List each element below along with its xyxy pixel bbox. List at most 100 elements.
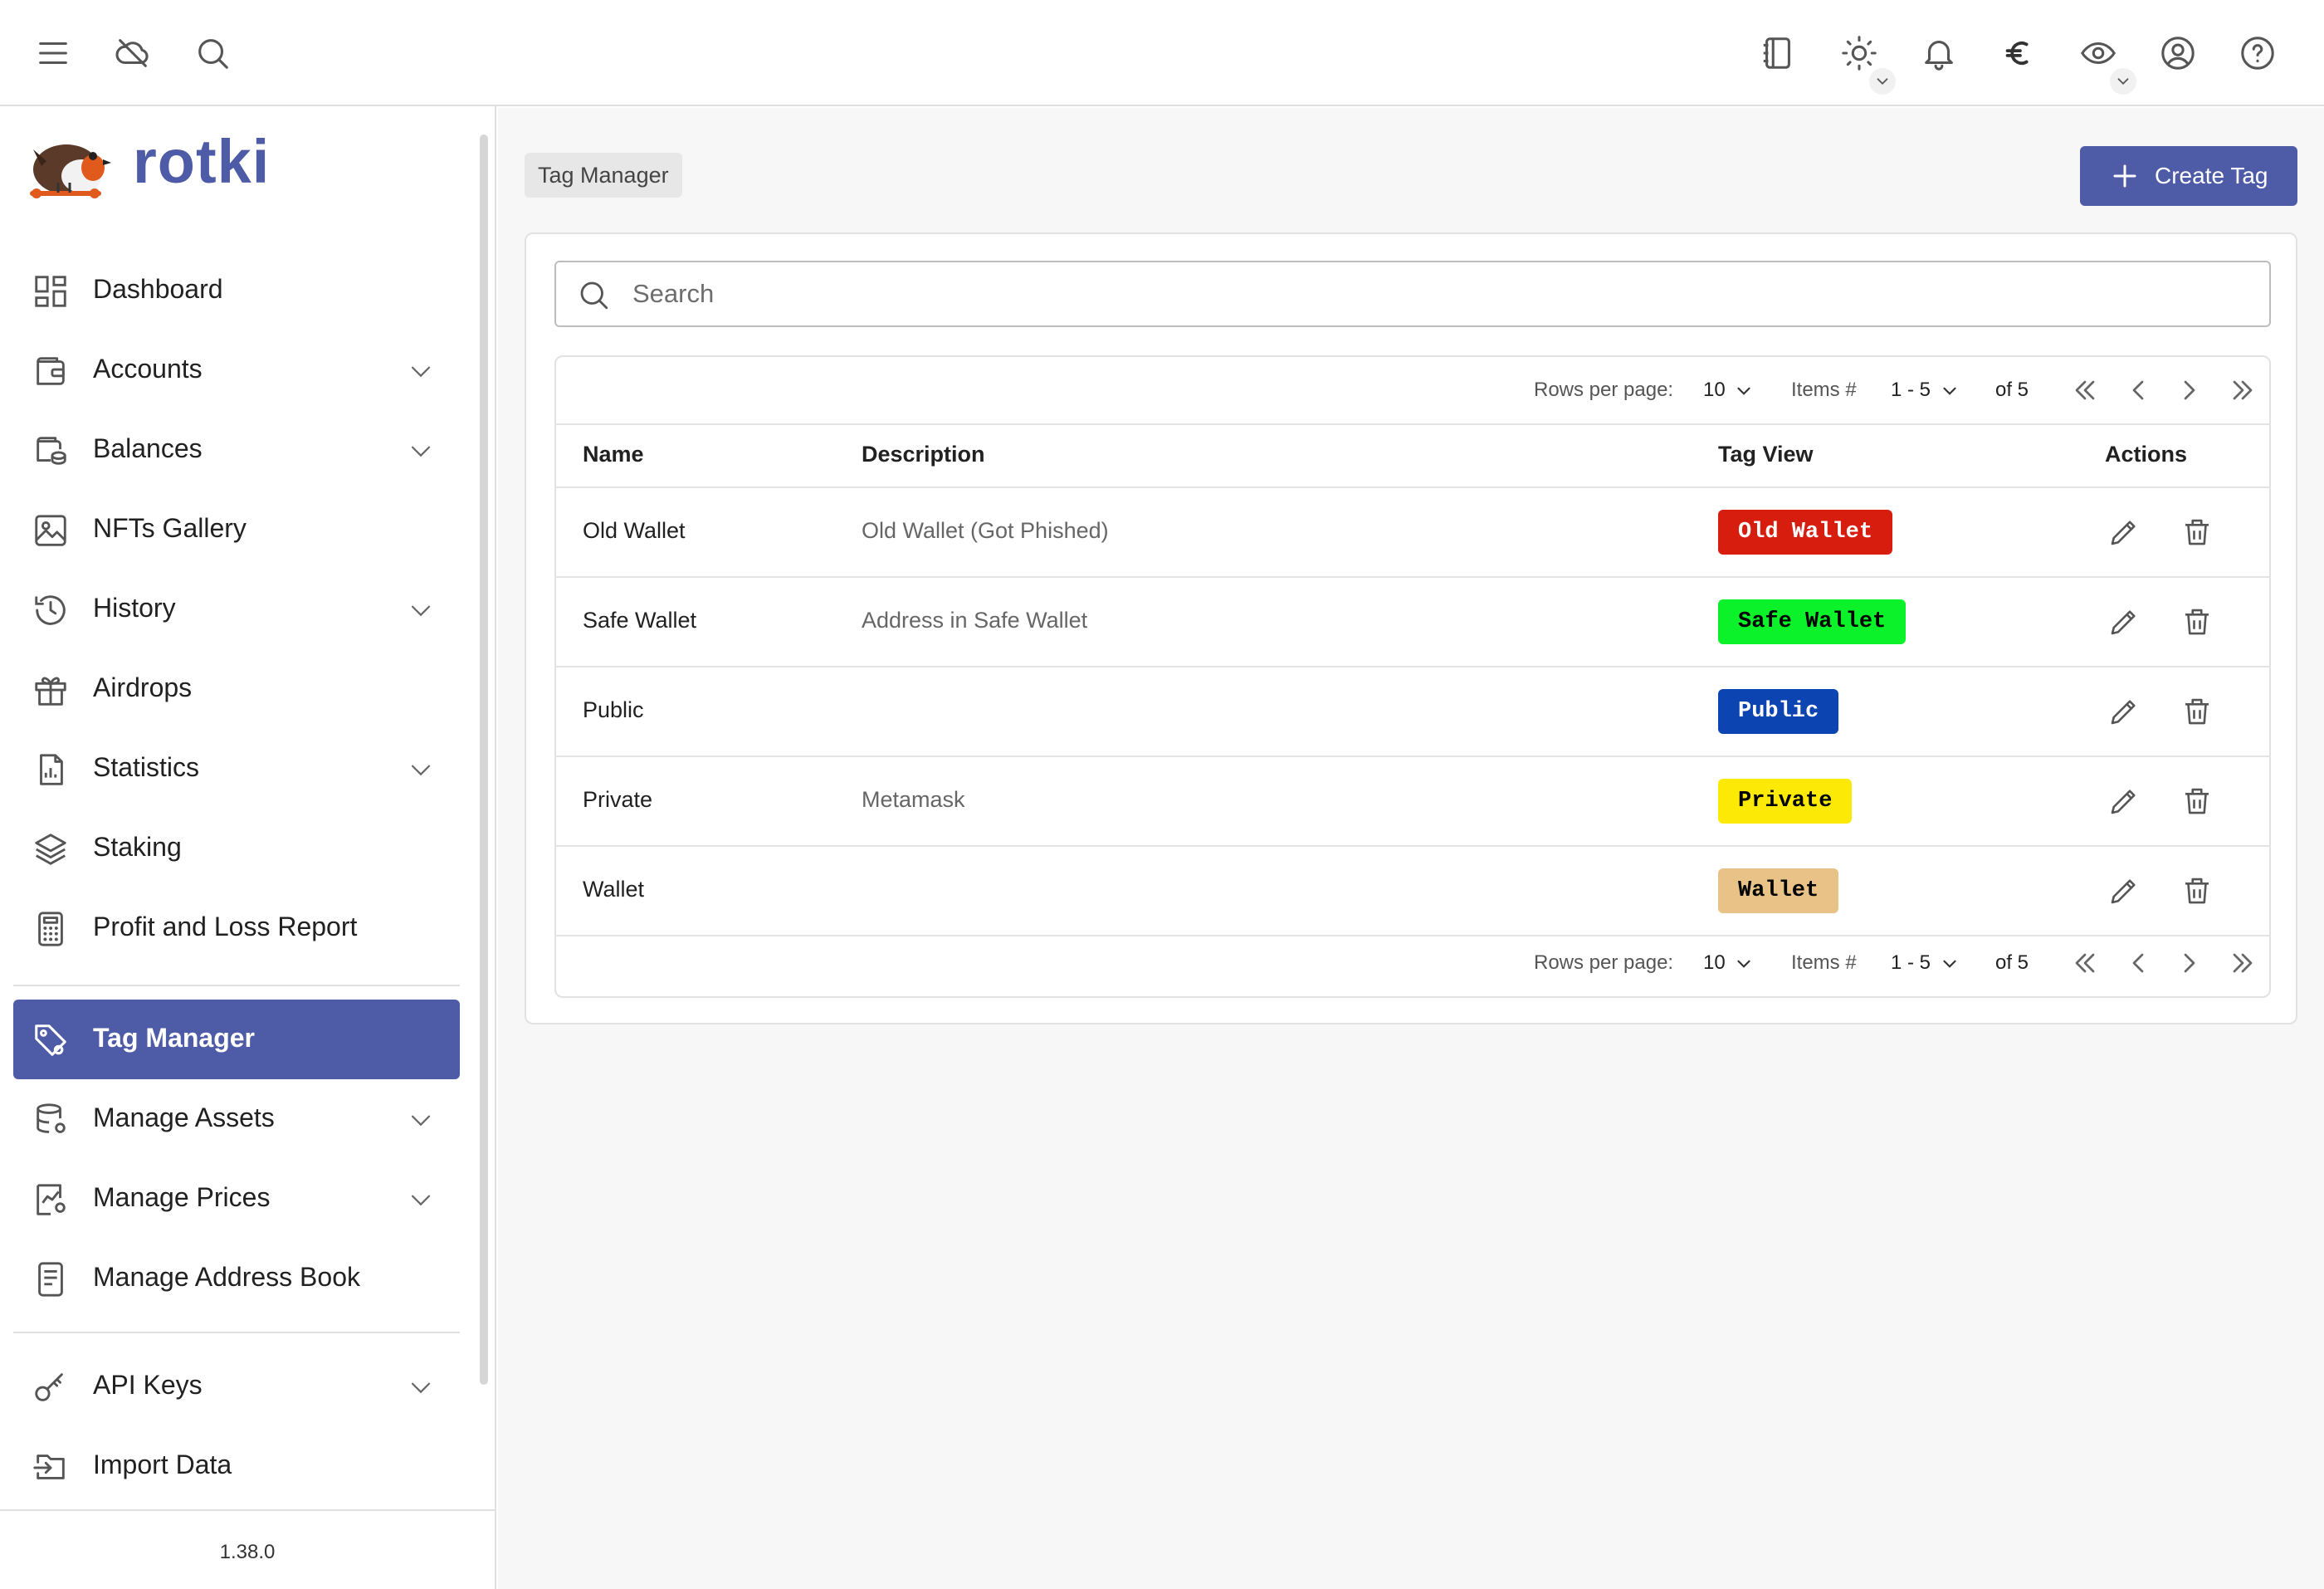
folder-import-icon [32, 1448, 70, 1486]
first-page-icon[interactable] [2068, 946, 2102, 980]
chevron-down-icon[interactable] [1733, 953, 1755, 975]
image-icon [32, 511, 70, 550]
sidebar-item-manage-prices[interactable]: Manage Prices [13, 1159, 460, 1239]
sidebar-item-label: Import Data [93, 1450, 232, 1479]
sidebar-item-label: Profit and Loss Report [93, 912, 358, 941]
search-input[interactable] [632, 272, 2243, 315]
edit-icon[interactable] [2107, 515, 2141, 550]
sidebar-item-profit-loss-report[interactable]: Profit and Loss Report [13, 888, 460, 968]
delete-icon[interactable] [2180, 694, 2214, 729]
create-tag-label: Create Tag [2155, 163, 2268, 188]
sidebar-item-balances[interactable]: Balances [13, 410, 460, 490]
sidebar-item-staking[interactable]: Staking [13, 809, 460, 888]
last-page-icon[interactable] [2226, 374, 2259, 407]
tag-settings-icon [32, 1021, 70, 1059]
edit-icon[interactable] [2107, 604, 2141, 639]
database-settings-icon [32, 1101, 70, 1139]
delete-icon[interactable] [2180, 784, 2214, 819]
tag-chip: Safe Wallet [1718, 599, 1907, 644]
first-page-icon[interactable] [2068, 374, 2102, 407]
sidebar-item-label: Dashboard [93, 274, 223, 304]
sidebar-item-dashboard[interactable]: Dashboard [13, 251, 460, 330]
sidebar-divider [13, 985, 460, 986]
last-page-icon[interactable] [2226, 946, 2259, 980]
sidebar-item-label: Manage Assets [93, 1103, 275, 1132]
sidebar-item-label: History [93, 593, 176, 623]
tag-description: Address in Safe Wallet [862, 608, 1088, 633]
tag-description: Metamask [862, 787, 965, 812]
sidebar-item-statistics[interactable]: Statistics [13, 729, 460, 809]
sidebar-item-accounts[interactable]: Accounts [13, 330, 460, 410]
column-header-tag-view: Tag View [1718, 442, 1814, 467]
edit-icon[interactable] [2107, 873, 2141, 908]
cloud-off-icon[interactable] [103, 23, 163, 83]
delete-icon[interactable] [2180, 515, 2214, 550]
items-range-select[interactable]: 1 - 5 [1891, 951, 1931, 975]
tag-chip: Private [1718, 779, 1853, 824]
delete-icon[interactable] [2180, 604, 2214, 639]
help-circle-icon[interactable] [2228, 23, 2287, 83]
theme-menu-chevron-icon[interactable] [1869, 68, 1896, 95]
sidebar-item-label: Manage Address Book [93, 1262, 360, 1292]
chevron-down-icon [407, 755, 435, 784]
sidebar-item-label: NFTs Gallery [93, 513, 247, 543]
sidebar-item-manage-address-book[interactable]: Manage Address Book [13, 1239, 460, 1318]
chevron-down-icon [407, 1106, 435, 1134]
chevron-down-icon[interactable] [1939, 953, 1960, 975]
sidebar-item-airdrops[interactable]: Airdrops [13, 649, 460, 729]
gift-icon [32, 671, 70, 709]
sidebar-item-label: Statistics [93, 752, 200, 782]
bell-icon[interactable] [1909, 23, 1969, 83]
rows-per-page-select[interactable]: 10 [1703, 379, 1726, 402]
chevron-down-icon[interactable] [1733, 380, 1755, 402]
euro-icon[interactable] [1989, 23, 2048, 83]
dashboard-icon [32, 272, 70, 310]
edit-icon[interactable] [2107, 694, 2141, 729]
sidebar-item-tag-manager[interactable]: Tag Manager [13, 1000, 460, 1079]
tag-manager-card: Rows per page: 10 Items # 1 - 5 of 5 Nam… [525, 232, 2297, 1024]
stack-layers-icon [32, 830, 70, 868]
tag-chip: Public [1718, 689, 1839, 734]
next-page-icon[interactable] [2173, 946, 2206, 980]
sidebar-item-import-data[interactable]: Import Data [13, 1426, 460, 1506]
tag-chip: Old Wallet [1718, 510, 1893, 555]
rows-per-page-select[interactable]: 10 [1703, 951, 1726, 975]
items-total: of 5 [1995, 379, 2029, 401]
column-header-description[interactable]: Description [862, 442, 985, 467]
sidebar-scrollbar[interactable] [480, 134, 488, 1385]
edit-icon[interactable] [2107, 784, 2141, 819]
sidebar-item-history[interactable]: History [13, 570, 460, 649]
privacy-menu-chevron-icon[interactable] [2110, 68, 2136, 95]
notebook-icon[interactable] [1748, 23, 1808, 83]
wallet-icon [32, 352, 70, 390]
rotki-logo-icon [22, 120, 111, 211]
menu-icon[interactable] [23, 23, 83, 83]
table-row: Old Wallet Old Wallet (Got Phished) Old … [556, 488, 2269, 576]
tag-name: Public [583, 697, 644, 722]
tag-name: Wallet [583, 877, 645, 902]
pagination-top: Rows per page: 10 Items # 1 - 5 of 5 [556, 357, 2269, 425]
previous-page-icon[interactable] [2121, 374, 2155, 407]
divider [556, 423, 2269, 425]
tag-chip: Wallet [1718, 868, 1839, 913]
sidebar-item-manage-assets[interactable]: Manage Assets [13, 1079, 460, 1159]
user-circle-icon[interactable] [2148, 23, 2208, 83]
search-icon[interactable] [183, 23, 242, 83]
delete-icon[interactable] [2180, 873, 2214, 908]
previous-page-icon[interactable] [2121, 946, 2155, 980]
sidebar-item-api-keys[interactable]: API Keys [13, 1347, 460, 1426]
brand-name: rotki [133, 127, 271, 196]
create-tag-button[interactable]: Create Tag [2080, 146, 2297, 206]
next-page-icon[interactable] [2173, 374, 2206, 407]
sidebar-item-label: Tag Manager [93, 1023, 255, 1053]
tag-description: Old Wallet (Got Phished) [862, 518, 1109, 543]
items-range-select[interactable]: 1 - 5 [1891, 379, 1931, 402]
items-label: Items # [1791, 951, 1857, 974]
chevron-down-icon [407, 437, 435, 465]
column-header-name[interactable]: Name [583, 442, 644, 467]
price-chart-settings-icon [32, 1181, 70, 1219]
sidebar-item-nfts-gallery[interactable]: NFTs Gallery [13, 490, 460, 570]
chevron-down-icon[interactable] [1939, 380, 1960, 402]
table-row: Wallet Wallet [556, 847, 2269, 935]
chevron-down-icon [407, 1186, 435, 1214]
